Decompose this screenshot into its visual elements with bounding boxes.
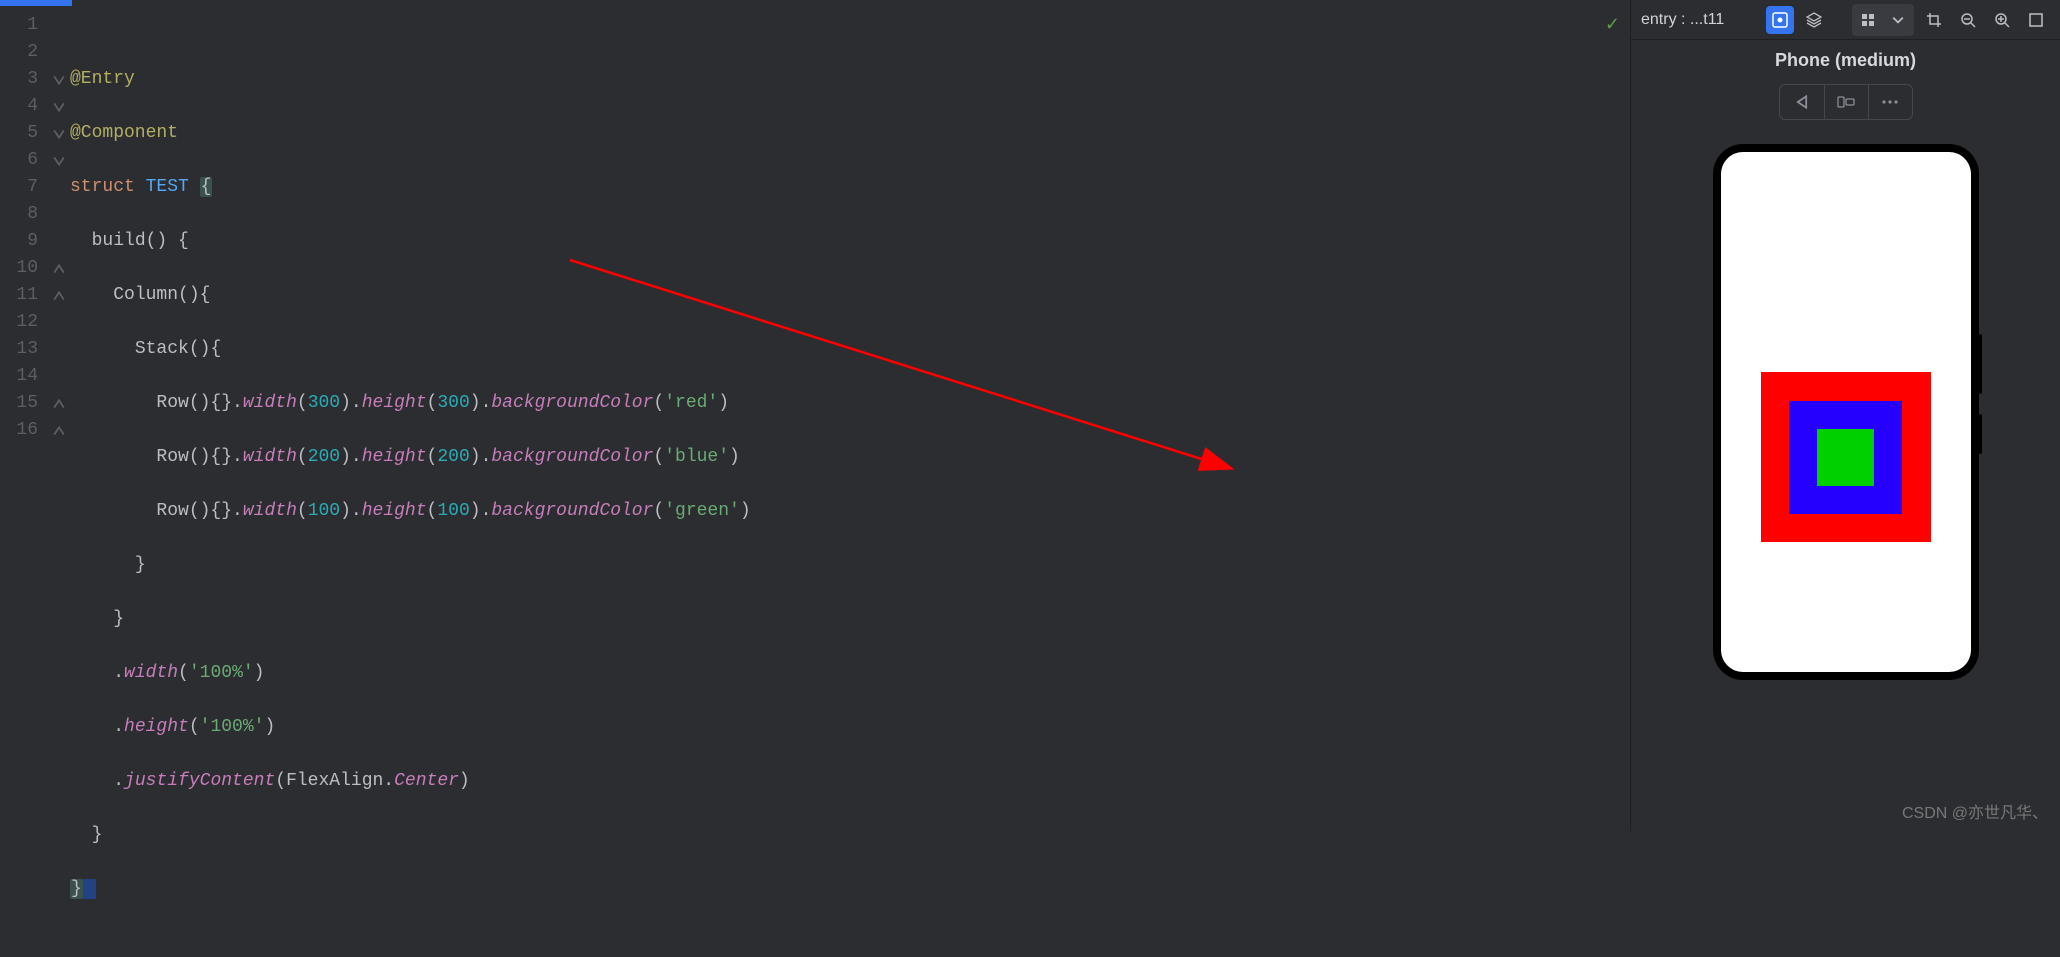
more-options-icon[interactable] xyxy=(1868,85,1912,119)
line-number: 10 xyxy=(0,255,48,282)
line-number: 2 xyxy=(0,39,48,66)
active-tab-underline xyxy=(0,0,72,6)
line-number: 5 xyxy=(0,120,48,147)
chevron-down-icon[interactable] xyxy=(1884,6,1912,34)
line-number: 13 xyxy=(0,336,48,363)
line-number: 12 xyxy=(0,309,48,336)
preview-pane: entry : ...t11 Phone (medium) xyxy=(1630,0,2060,831)
stack-preview xyxy=(1761,372,1931,542)
line-number: 8 xyxy=(0,201,48,228)
zoom-out-icon[interactable] xyxy=(1954,6,1982,34)
back-triangle-icon[interactable] xyxy=(1780,85,1824,119)
line-number: 7 xyxy=(0,174,48,201)
line-number-gutter: 1 2 3 4 5 6 7 8 9 10 11 12 13 14 15 16 xyxy=(0,0,48,831)
device-controls xyxy=(1631,80,2060,124)
fold-end-icon[interactable] xyxy=(52,417,66,444)
device-label: Phone (medium) xyxy=(1631,40,2060,80)
fold-gutter xyxy=(48,0,70,831)
crop-icon[interactable] xyxy=(1920,6,1948,34)
fold-toggle-icon[interactable] xyxy=(52,147,66,174)
rotate-device-icon[interactable] xyxy=(1824,85,1868,119)
line-number: 11 xyxy=(0,282,48,309)
phone-side-button xyxy=(1979,414,1982,454)
fold-end-icon[interactable] xyxy=(52,282,66,309)
fold-toggle-icon[interactable] xyxy=(52,120,66,147)
zoom-in-icon[interactable] xyxy=(1988,6,2016,34)
line-number: 3 xyxy=(0,66,48,93)
line-number: 1 xyxy=(0,12,48,39)
fold-end-icon[interactable] xyxy=(52,255,66,282)
line-number: 15 xyxy=(0,390,48,417)
fold-toggle-icon[interactable] xyxy=(52,66,66,93)
red-square xyxy=(1761,372,1931,542)
inspector-toggle-icon[interactable] xyxy=(1766,6,1794,34)
phone-screen[interactable] xyxy=(1721,152,1971,672)
line-number: 9 xyxy=(0,228,48,255)
blue-square xyxy=(1789,401,1902,514)
fold-toggle-icon[interactable] xyxy=(52,93,66,120)
preview-toolbar: entry : ...t11 xyxy=(1631,0,2060,40)
line-number: 4 xyxy=(0,93,48,120)
analysis-ok-icon[interactable]: ✓ xyxy=(1605,14,1620,36)
line-number: 16 xyxy=(0,417,48,444)
line-number: 6 xyxy=(0,147,48,174)
editor-pane: 1 2 3 4 5 6 7 8 9 10 11 12 13 14 15 16 @… xyxy=(0,0,1630,831)
phone-frame xyxy=(1713,144,1979,680)
fold-end-icon[interactable] xyxy=(52,390,66,417)
line-number: 14 xyxy=(0,363,48,390)
phone-stage xyxy=(1631,124,2060,831)
preview-title: entry : ...t11 xyxy=(1641,11,1760,29)
grid-view-icon[interactable] xyxy=(1854,6,1882,34)
green-square xyxy=(1817,429,1874,486)
code-area[interactable]: @Entry @Component struct TEST { build() … xyxy=(70,0,1630,831)
fullscreen-icon[interactable] xyxy=(2022,6,2050,34)
phone-side-button xyxy=(1979,334,1982,394)
layers-icon[interactable] xyxy=(1800,6,1828,34)
